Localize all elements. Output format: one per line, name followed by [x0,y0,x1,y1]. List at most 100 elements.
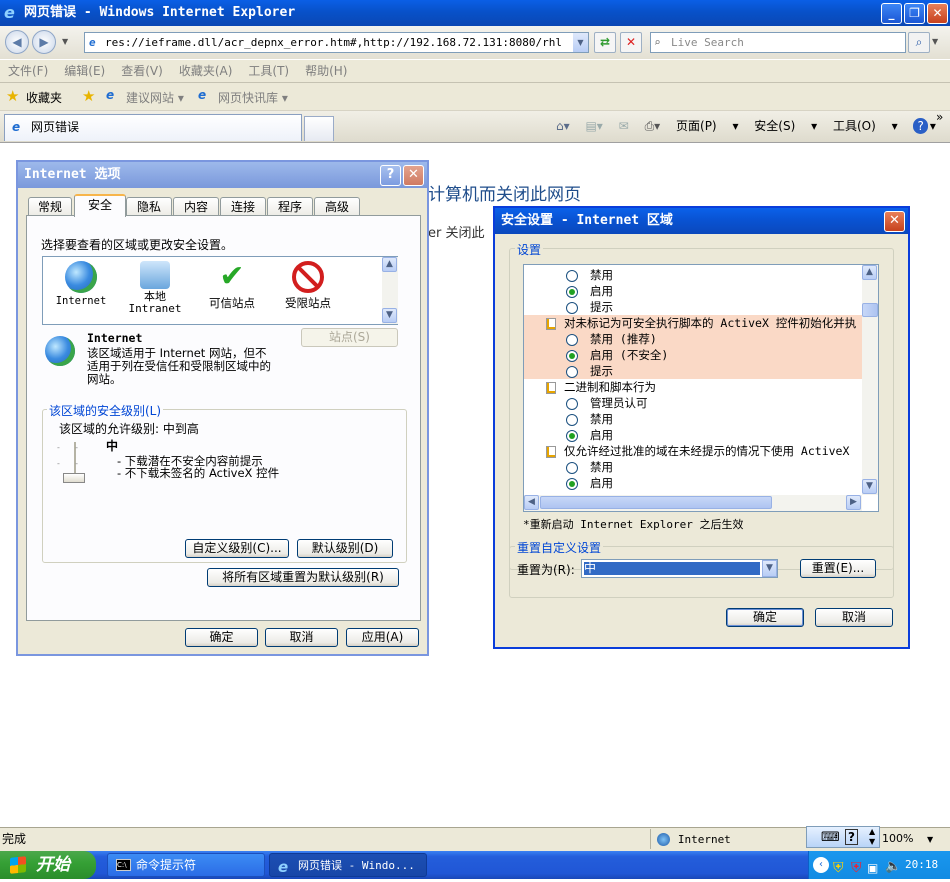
restore-button[interactable]: ❐ [904,3,925,24]
new-tab-button[interactable] [304,116,334,141]
settings-vscrollbar[interactable]: ▲ ▼ [862,265,878,495]
security-slider[interactable]: - - - - [57,442,93,483]
tab-page-error[interactable]: e 网页错误 [4,114,302,141]
security-alert-icon[interactable]: ⛨ [851,854,862,882]
sites-button[interactable]: 站点(S) [301,328,398,347]
security-settings-cancel-button[interactable]: 取消 [815,608,893,627]
tray-expand-icon[interactable]: ‹ [813,857,829,873]
settings-scroll-left[interactable]: ◀ [524,495,539,510]
network-icon[interactable]: ▣ [867,854,878,882]
zoom-dropdown-icon[interactable]: ▼ [927,835,933,844]
tools-menu[interactable]: 工具(O) ▾ [833,114,898,138]
history-dropdown-icon[interactable]: ▼ [62,37,68,46]
custom-level-button[interactable]: 自定义级别(C)... [185,539,289,558]
reset-to-select[interactable]: 中 ▼ [581,559,778,578]
back-button[interactable]: ◀ [5,30,29,54]
keyboard-icon[interactable]: ⌨ [821,830,840,845]
internet-options-close-button[interactable]: ✕ [403,165,424,186]
chevron-more-icon[interactable]: » [936,110,943,124]
mail-icon[interactable]: ✉ [619,114,629,138]
zone-scroll-down[interactable]: ▼ [382,308,397,323]
menu-favorites[interactable]: 收藏夹(A) [179,60,233,82]
setting-option[interactable]: 启用 [524,475,862,491]
print-icon[interactable]: ⎙▾ [645,114,661,138]
tab-programs[interactable]: 程序 [267,197,313,216]
settings-scroll-down[interactable]: ▼ [862,479,877,494]
reset-all-zones-button[interactable]: 将所有区域重置为默认级别(R) [207,568,399,587]
zone-internet[interactable]: Internet [51,261,111,307]
address-input[interactable]: e res://ieframe.dll/acr_depnx_error.htm#… [84,32,589,53]
setting-option[interactable]: 禁用 [524,459,862,475]
zone-scroll-up[interactable]: ▲ [382,257,397,272]
tab-content[interactable]: 内容 [173,197,219,216]
search-button[interactable]: ⌕ [908,32,930,53]
settings-hscrollbar[interactable]: ◀ ▶ [524,495,862,511]
security-settings-ok-button[interactable]: 确定 [726,608,804,627]
home-icon[interactable]: ⌂▾ [556,114,570,138]
close-button[interactable]: ✕ [927,3,948,24]
default-level-button[interactable]: 默认级别(D) [297,539,393,558]
feeds-icon[interactable]: ▤▾ [585,114,602,138]
settings-scroll-right[interactable]: ▶ [846,495,861,510]
help-icon[interactable]: ? [845,829,858,845]
reset-to-dropdown-icon[interactable]: ▼ [762,560,777,577]
volume-icon[interactable]: 🔈 [885,853,901,881]
setting-option[interactable]: 禁用 [524,411,862,427]
setting-option[interactable]: 启用 [524,427,862,443]
help-icon[interactable]: ? [913,118,928,134]
setting-option[interactable]: 启用 (不安全) [524,347,862,363]
setting-option[interactable]: 禁用 (推荐) [524,331,862,347]
setting-option[interactable]: 提示 [524,299,862,315]
reset-button[interactable]: 重置(E)... [800,559,876,578]
zone-trusted[interactable]: ✔ 可信站点 [199,261,265,311]
internet-options-help-button[interactable]: ? [380,165,401,186]
menu-tools[interactable]: 工具(T) [248,60,289,82]
radio-unchecked[interactable] [566,365,578,378]
favorites-button[interactable]: 收藏夹 [26,89,62,106]
radio-unchecked[interactable] [566,397,578,410]
setting-option[interactable]: 禁用 [524,267,862,283]
settings-hscroll-thumb[interactable] [540,496,772,509]
radio-unchecked[interactable] [566,269,578,282]
zoom-control[interactable]: 100% ▼ [880,829,948,849]
zone-list-scrollbar[interactable]: ▲ ▼ [382,257,398,324]
tab-privacy[interactable]: 隐私 [126,197,172,216]
radio-checked[interactable] [566,429,578,442]
tab-security[interactable]: 安全 [74,194,126,217]
start-button[interactable]: 开始 [0,851,96,879]
radio-unchecked[interactable] [566,301,578,314]
forward-button[interactable]: ▶ [32,30,56,54]
internet-options-ok-button[interactable]: 确定 [185,628,258,647]
minimize-button[interactable]: _ [881,3,902,24]
menu-help[interactable]: 帮助(H) [305,60,347,82]
suggested-sites-link[interactable]: 建议网站 ▾ [126,89,184,106]
menu-edit[interactable]: 编辑(E) [64,60,105,82]
safety-menu[interactable]: 安全(S) ▾ [754,114,817,138]
address-dropdown-button[interactable]: ▼ [573,33,588,52]
radio-unchecked[interactable] [566,461,578,474]
web-slice-link[interactable]: 网页快讯库 ▾ [218,89,288,106]
security-slider-thumb[interactable] [63,473,85,483]
page-menu[interactable]: 页面(P) ▾ [676,114,738,138]
security-center-icon[interactable]: ⛨ [833,854,844,882]
language-bar[interactable]: ⌨ ? ▲ ▼ [806,826,880,848]
stop-icon[interactable]: ✕ [620,32,642,53]
zone-intranet[interactable]: 本地 Intranet [125,261,185,315]
settings-scroll-thumb[interactable] [862,303,878,317]
radio-checked[interactable] [566,349,578,362]
internet-options-cancel-button[interactable]: 取消 [265,628,338,647]
menu-file[interactable]: 文件(F) [8,60,48,82]
tab-advanced[interactable]: 高级 [314,197,360,216]
tab-general[interactable]: 常规 [28,197,72,216]
setting-option[interactable]: 管理员认可 [524,395,862,411]
zone-restricted[interactable]: 受限站点 [275,261,341,311]
task-ie[interactable]: e 网页错误 - Windo... [269,853,427,877]
add-favorites-icon[interactable]: ★ [82,87,95,105]
task-cmd[interactable]: C:\ 命令提示符 [107,853,265,877]
tab-connections[interactable]: 连接 [220,197,266,216]
security-settings-close-button[interactable]: ✕ [884,211,905,232]
language-bar-arrows-icon[interactable]: ▲ ▼ [869,827,875,847]
radio-checked[interactable] [566,477,578,490]
internet-options-apply-button[interactable]: 应用(A) [346,628,419,647]
search-input[interactable]: ⌕ Live Search [650,32,906,53]
